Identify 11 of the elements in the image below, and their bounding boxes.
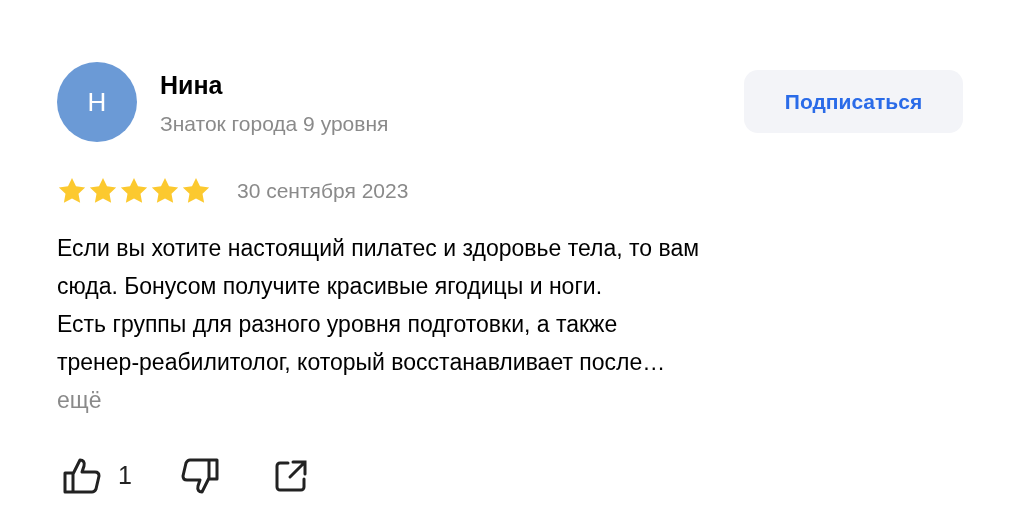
thumbs-up-icon[interactable] xyxy=(62,456,102,495)
author-name: Нина xyxy=(160,70,224,100)
author-level: Знаток города 9 уровня xyxy=(160,111,389,137)
like-count: 1 xyxy=(118,459,132,491)
share-icon[interactable] xyxy=(273,458,308,493)
subscribe-button[interactable]: Подписаться xyxy=(744,70,963,133)
more-link[interactable]: ещё xyxy=(57,380,102,419)
review-text: Если вы хотите настоящий пилатес и здоровье тела, то вам сюда. Бонусом получите красивые ягодицы и ноги. Есть группы для разного уровня подготовки, а также тренер-реабилитолог, который восстанавливает после… xyxy=(57,233,700,377)
review-date: 30 сентября 2023 xyxy=(237,178,409,204)
avatar: Н xyxy=(57,62,137,142)
thumbs-down-icon[interactable] xyxy=(179,456,220,495)
